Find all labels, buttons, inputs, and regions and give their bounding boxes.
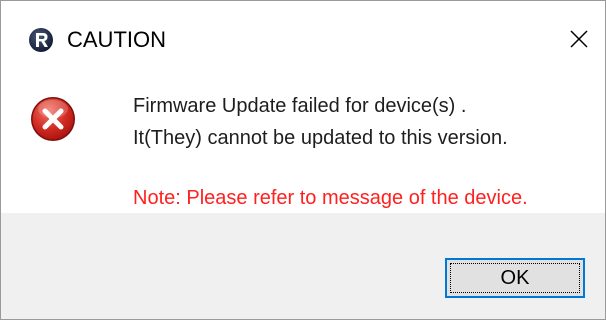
r-logo-icon <box>29 28 53 52</box>
title-bar: CAUTION <box>1 1 605 77</box>
close-button[interactable] <box>557 19 601 59</box>
note-text: Note: Please refer to message of the dev… <box>133 187 528 209</box>
dialog-title: CAUTION <box>67 27 166 52</box>
button-bar: OK <box>1 213 605 319</box>
message-line-2: It(They) cannot be updated to this versi… <box>133 127 508 149</box>
caution-dialog: CAUTION Firmware Update failed for devic… <box>0 0 606 320</box>
close-icon <box>570 30 588 48</box>
message-area: Firmware Update failed for device(s) . I… <box>1 77 605 213</box>
message-line-1: Firmware Update failed for device(s) . <box>133 95 467 117</box>
ok-button[interactable]: OK <box>445 258 585 298</box>
ok-button-label: OK <box>500 266 530 289</box>
error-icon <box>31 97 75 141</box>
